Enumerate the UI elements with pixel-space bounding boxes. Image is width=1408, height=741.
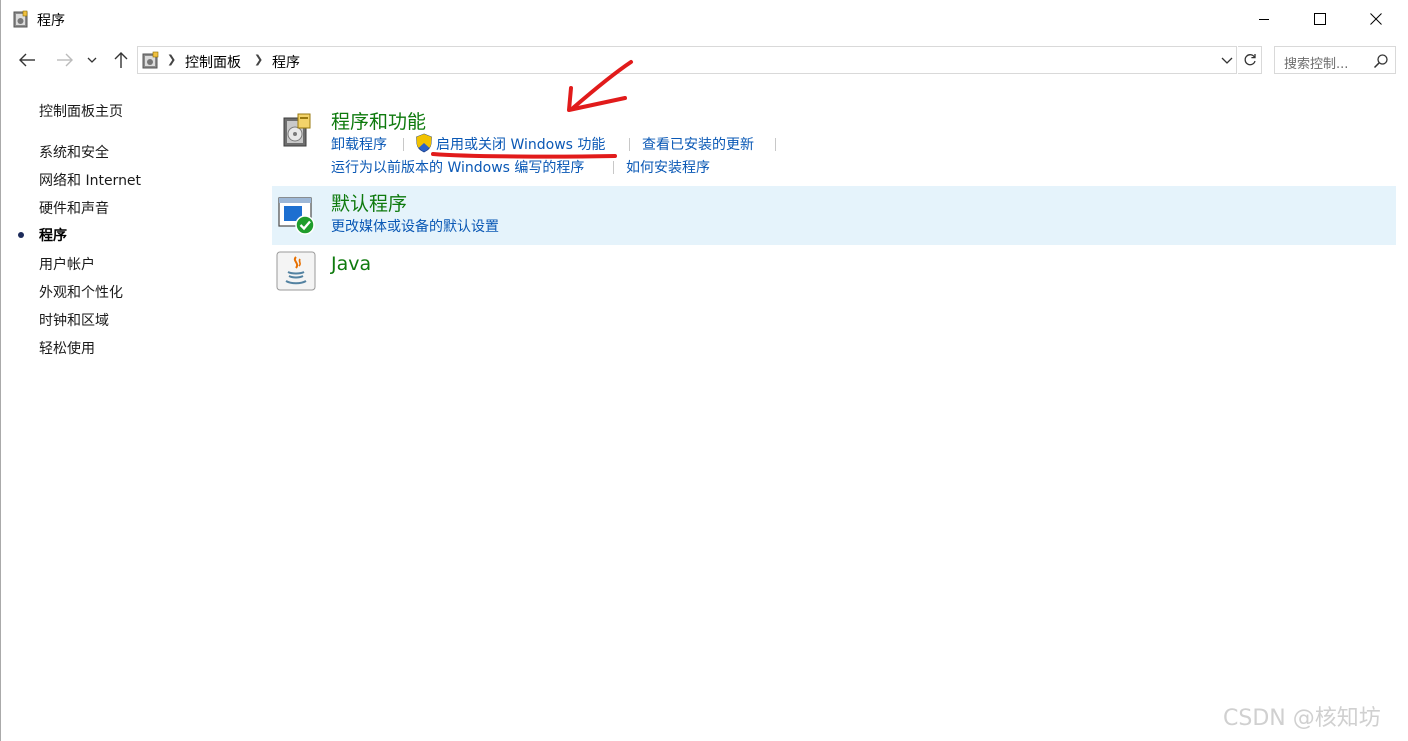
nav-network-internet[interactable]: 网络和 Internet	[39, 170, 141, 190]
view-installed-updates-link[interactable]: 查看已安装的更新	[642, 134, 754, 154]
nav-ease-of-access[interactable]: 轻松使用	[39, 338, 95, 358]
close-button[interactable]	[1349, 0, 1403, 38]
link-separator	[629, 138, 630, 151]
address-bar[interactable]: ❯ 控制面板 ❯ 程序	[137, 46, 1237, 74]
default-programs-icon	[278, 197, 315, 235]
breadcrumb-programs[interactable]: 程序	[272, 52, 300, 72]
category-programs-features: 程序和功能 卸载程序 启用或关闭 Windows 功能 查看已安装的更新 运行为…	[272, 98, 1396, 184]
control-panel-icon	[13, 10, 28, 28]
how-to-install-link[interactable]: 如何安装程序	[626, 157, 710, 177]
nav-hardware-sound[interactable]: 硬件和声音	[39, 198, 109, 218]
nav-system-security[interactable]: 系统和安全	[39, 142, 109, 162]
forward-button[interactable]	[51, 46, 79, 74]
nav-programs[interactable]: 程序	[39, 225, 67, 245]
maximize-icon	[1314, 13, 1326, 25]
forward-arrow-icon	[57, 53, 73, 67]
up-arrow-icon	[114, 52, 128, 68]
chevron-right-icon: ❯	[167, 53, 177, 66]
default-programs-title[interactable]: 默认程序	[331, 189, 407, 216]
nav-control-panel-home[interactable]: 控制面板主页	[39, 101, 123, 121]
run-older-programs-link[interactable]: 运行为以前版本的 Windows 编写的程序	[331, 157, 584, 177]
navigation-bar: ❯ 控制面板 ❯ 程序 搜索控制...	[1, 42, 1408, 78]
control-panel-icon	[142, 51, 159, 69]
breadcrumb-control-panel[interactable]: 控制面板	[185, 52, 241, 72]
up-button[interactable]	[107, 46, 135, 74]
title-bar: 程序	[1, 0, 1408, 38]
search-input[interactable]: 搜索控制...	[1284, 53, 1348, 72]
nav-appearance[interactable]: 外观和个性化	[39, 282, 123, 302]
programs-features-title[interactable]: 程序和功能	[331, 107, 426, 134]
category-default-programs[interactable]: 默认程序 更改媒体或设备的默认设置	[272, 186, 1396, 245]
minimize-icon	[1259, 19, 1269, 20]
uninstall-program-link[interactable]: 卸载程序	[331, 134, 387, 154]
back-button[interactable]	[13, 46, 41, 74]
java-title[interactable]: Java	[331, 253, 371, 275]
change-media-defaults-link[interactable]: 更改媒体或设备的默认设置	[331, 216, 499, 236]
programs-features-icon	[283, 113, 311, 147]
search-icon[interactable]	[1373, 53, 1389, 69]
java-icon	[276, 251, 316, 291]
refresh-icon	[1244, 54, 1256, 66]
minimize-button[interactable]	[1237, 0, 1291, 38]
control-panel-window: 程序 ❯ 控制面板 ❯ 程序 搜索控制... 控制面板主页 系统和安全 网络和 …	[0, 0, 1408, 741]
recent-locations-button[interactable]	[82, 46, 102, 74]
active-nav-indicator	[18, 232, 24, 238]
chevron-right-icon: ❯	[254, 53, 264, 66]
link-separator	[403, 138, 404, 151]
maximize-button[interactable]	[1293, 0, 1347, 38]
link-separator	[775, 138, 776, 151]
back-arrow-icon	[19, 53, 35, 67]
nav-user-accounts[interactable]: 用户帐户	[39, 254, 95, 274]
link-separator	[613, 161, 614, 174]
window-title: 程序	[37, 13, 65, 29]
refresh-button[interactable]	[1238, 46, 1262, 74]
turn-windows-features-link[interactable]: 启用或关闭 Windows 功能	[436, 134, 605, 154]
watermark: CSDN @核知坊	[1223, 706, 1381, 731]
search-box[interactable]: 搜索控制...	[1274, 46, 1396, 74]
chevron-down-icon	[1221, 57, 1233, 64]
category-java: Java	[272, 248, 1396, 298]
uac-shield-icon	[416, 133, 432, 153]
address-dropdown-button[interactable]	[1218, 52, 1236, 70]
nav-clock-region[interactable]: 时钟和区域	[39, 310, 109, 330]
close-icon	[1370, 13, 1382, 25]
chevron-down-icon	[87, 57, 97, 63]
